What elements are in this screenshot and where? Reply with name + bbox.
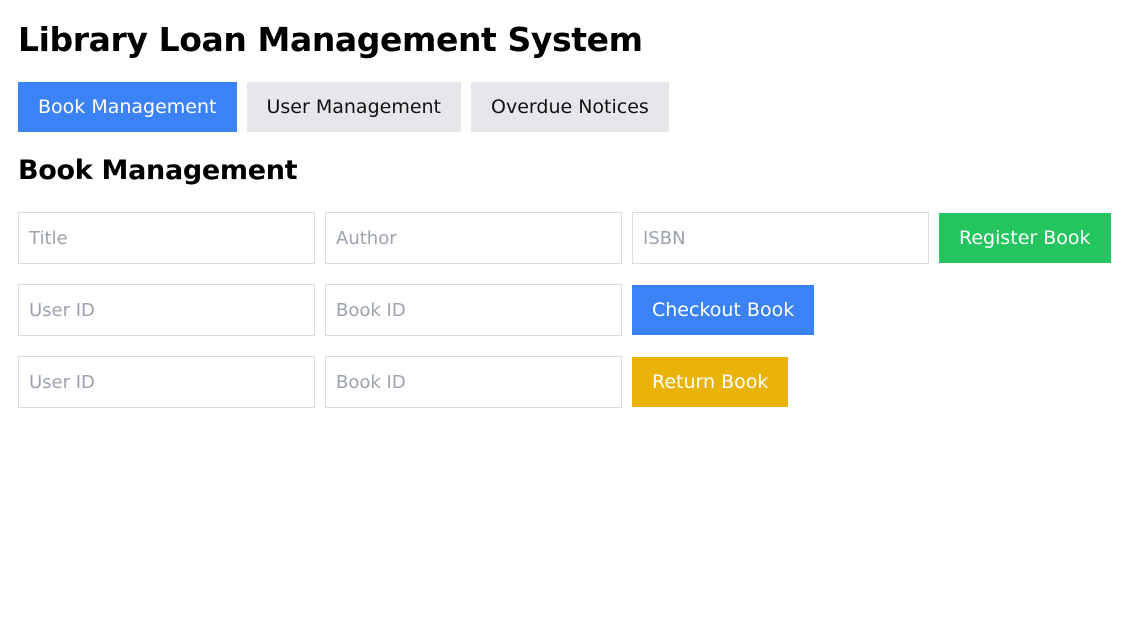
register-book-form: Register Book (18, 212, 1111, 264)
checkout-book-form: Checkout Book (18, 284, 815, 336)
tab-overdue-notices[interactable]: Overdue Notices (471, 82, 669, 132)
isbn-input[interactable] (632, 212, 929, 264)
section-title: Book Management (18, 155, 298, 186)
checkout-user-id-input[interactable] (18, 284, 315, 336)
return-user-id-input[interactable] (18, 356, 315, 408)
author-input[interactable] (325, 212, 622, 264)
title-input[interactable] (18, 212, 315, 264)
library-app: Library Loan Management System Book Mana… (18, 0, 1118, 408)
checkout-book-id-input[interactable] (325, 284, 622, 336)
tab-user-management[interactable]: User Management (246, 82, 462, 132)
tab-book-management[interactable]: Book Management (18, 82, 237, 132)
checkout-book-button[interactable]: Checkout Book (632, 285, 815, 335)
tab-bar: Book Management User Management Overdue … (18, 82, 669, 132)
register-book-button[interactable]: Register Book (939, 213, 1111, 263)
page-title: Library Loan Management System (18, 20, 643, 59)
return-book-id-input[interactable] (325, 356, 622, 408)
return-book-button[interactable]: Return Book (632, 357, 789, 407)
return-book-form: Return Book (18, 356, 789, 408)
